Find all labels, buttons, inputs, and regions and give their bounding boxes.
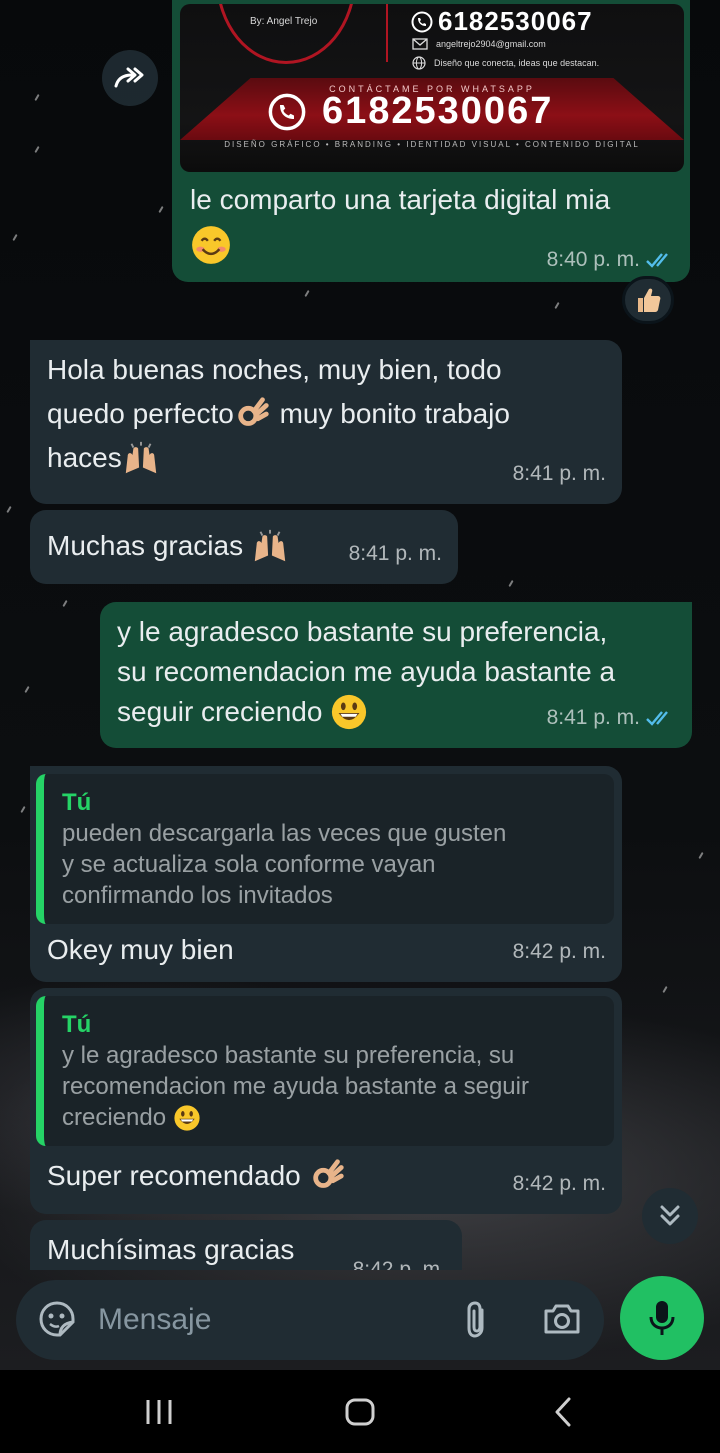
system-navigation-bar [0,1370,720,1453]
message-meta: 8:40 p. m. [547,248,676,272]
message-text: Muchas gracias [47,524,289,568]
quoted-text-line-1: y le agradesco bastante su preferencia, … [62,1042,515,1069]
whatsapp-icon [411,11,433,32]
card-phone-small-text: 6182530067 [438,6,593,36]
message-time: 8:41 p. m. [348,542,442,565]
quoted-author: Tú [62,789,92,816]
message-line: Muchas gracias [47,530,251,561]
message-text: le comparto una tarjeta digital mia [190,184,611,215]
message-bubble-incoming[interactable]: Tú y le agradesco bastante su preferenci… [30,988,622,1214]
card-phone-big-text: 6182530067 [322,90,554,132]
thumbs-up-icon [638,288,661,312]
message-time: 8:42 p. m. [512,940,606,963]
message-line-2: quedo perfecto [47,398,234,429]
quoted-text-line-2: y se actualiza sola conforme vayan [62,851,436,878]
grinning-face-icon [332,694,367,730]
ok-hand-icon [238,397,269,426]
message-line-3: seguir creciendo [117,696,331,727]
message-meta: 8:41 p. m. [513,452,606,496]
message-time: 8:41 p. m. [546,706,640,729]
whatsapp-icon [268,93,306,130]
card-services: DISEÑO GRÁFICO • BRANDING • IDENTIDAD VI… [224,140,640,149]
card-email: angeltrejo2904@gmail.com [436,39,546,49]
card-email-row: angeltrejo2904@gmail.com [412,38,546,50]
message-line-3: haces [47,442,122,473]
message-meta: 8:41 p. m. [349,532,442,576]
card-divider [386,4,388,62]
message-input[interactable] [98,1296,448,1344]
quoted-text-line-3-text: creciendo [62,1104,173,1131]
raising-hands-icon [125,441,156,474]
message-line-2: su recomendacion me ayuda bastante a [117,656,616,687]
message-meta: 8:41 p. m. [547,696,676,740]
card-slogan: Diseño que conecta, ideas que destacan. [434,58,600,68]
message-text: y le agradesco bastante su preferencia, … [117,612,615,732]
quoted-text-line-3: confirmando los invitados [62,882,333,909]
message-meta: 8:42 p. m. [513,1162,606,1206]
mail-icon [412,38,428,50]
message-time: 8:42 p. m. [512,1172,606,1195]
card-by-line: By: Angel Trejo [250,16,318,27]
scroll-to-bottom-button[interactable] [642,1188,698,1244]
message-clip: Muchísimas gracias 8:42 p. m. [0,1220,720,1270]
forward-icon [114,67,144,88]
message-time: 8:40 p. m. [546,248,640,271]
quoted-message[interactable]: Tú y le agradesco bastante su preferenci… [36,996,614,1146]
quoted-text-line-3: creciendo [62,1102,596,1133]
ok-hand-icon [312,1159,344,1188]
message-text: Muchísimas gracias [47,1234,295,1265]
message-bubble-incoming[interactable]: Muchísimas gracias 8:42 p. m. [30,1220,462,1270]
logo-ring [216,4,356,64]
message-text: Super recomendado [47,1154,347,1198]
message-meta: 8:42 p. m. [513,930,606,974]
message-time: 8:42 p. m. [352,1258,446,1270]
message-text: Okey muy bien [47,934,234,965]
message-line-2b: muy bonito trabajo [271,398,510,429]
message-meta: 8:42 p. m. [353,1248,446,1270]
message-bubble-incoming[interactable]: Hola buenas noches, muy bien, todo quedo… [30,340,622,504]
card-phone-big: 6182530067 [266,90,553,133]
recent-apps-icon[interactable] [144,1396,174,1428]
grinning-face-icon [174,1104,200,1131]
forward-button[interactable] [102,50,158,106]
message-bubble-outgoing[interactable]: y le agradesco bastante su preferencia, … [100,602,692,748]
business-card-image[interactable]: By: Angel Trejo 6182530067 angeltrejo290… [180,4,684,172]
reaction-badge[interactable] [622,276,674,324]
message-composer [16,1280,604,1360]
message-bubble-incoming[interactable]: Muchas gracias 8:41 p. m. [30,510,458,584]
message-time: 8:41 p. m. [512,462,606,485]
message-line: Super recomendado [47,1160,309,1191]
microphone-icon [649,1301,675,1335]
camera-icon[interactable] [542,1300,582,1338]
read-ticks-icon [646,253,668,268]
raising-hands-icon [254,529,286,562]
double-chevron-down-icon [660,1205,680,1226]
read-ticks-icon [646,711,668,726]
home-icon[interactable] [344,1396,376,1428]
smiling-face-icon [192,226,230,264]
attach-icon[interactable] [462,1300,492,1340]
sticker-icon[interactable] [38,1300,76,1338]
quoted-message[interactable]: Tú pueden descargarla las veces que gust… [36,774,614,924]
quoted-text-line-1: pueden descargarla las veces que gusten [62,820,507,847]
quoted-author: Tú [62,1011,92,1038]
message-bubble-incoming[interactable]: Tú pueden descargarla las veces que gust… [30,766,622,982]
card-slogan-row: Diseño que conecta, ideas que destacan. [412,56,599,70]
message-line-1: Hola buenas noches, muy bien, todo [47,354,502,385]
globe-icon [412,56,426,70]
message-line-1: y le agradesco bastante su preferencia, [117,616,608,647]
voice-message-button[interactable] [620,1276,704,1360]
message-text: Hola buenas noches, muy bien, todo quedo… [47,348,510,480]
back-icon[interactable] [550,1396,576,1428]
card-phone-small: 6182530067 [410,6,593,37]
quoted-text-line-2: recomendacion me ayuda bastante a seguir [62,1073,529,1100]
